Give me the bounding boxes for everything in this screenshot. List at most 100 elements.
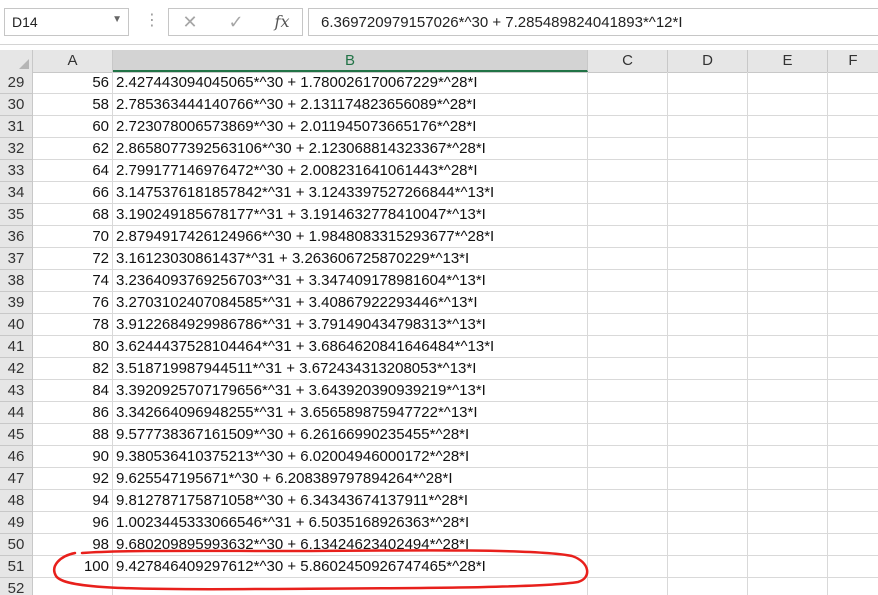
cell-b[interactable]: 3.2364093769256703*^31 + 3.3474091789816… xyxy=(113,270,588,292)
cell-f[interactable] xyxy=(828,94,878,116)
cell-c[interactable] xyxy=(588,182,668,204)
cell-e[interactable] xyxy=(748,160,828,182)
row-header[interactable]: 44 xyxy=(0,402,33,424)
cell-f[interactable] xyxy=(828,534,878,556)
cell-d[interactable] xyxy=(668,512,748,534)
cell-a[interactable]: 70 xyxy=(33,226,113,248)
row-header[interactable]: 50 xyxy=(0,534,33,556)
row-header[interactable]: 45 xyxy=(0,424,33,446)
cell-a[interactable]: 90 xyxy=(33,446,113,468)
cell-f[interactable] xyxy=(828,512,878,534)
cell-c[interactable] xyxy=(588,138,668,160)
cell-c[interactable] xyxy=(588,94,668,116)
cell-c[interactable] xyxy=(588,534,668,556)
row-header[interactable]: 46 xyxy=(0,446,33,468)
cell-f[interactable] xyxy=(828,358,878,380)
cell-c[interactable] xyxy=(588,446,668,468)
cell-c[interactable] xyxy=(588,468,668,490)
formula-input[interactable]: 6.369720979157026*^30 + 7.28548982404189… xyxy=(308,8,878,36)
cell-b[interactable]: 9.577738367161509*^30 + 6.26166990235455… xyxy=(113,424,588,446)
cell-f[interactable] xyxy=(828,424,878,446)
cell-e[interactable] xyxy=(748,468,828,490)
cell-e[interactable] xyxy=(748,72,828,94)
cell-a[interactable]: 64 xyxy=(33,160,113,182)
cell-d[interactable] xyxy=(668,336,748,358)
cell-b[interactable]: 3.518719987944511*^31 + 3.67243431320805… xyxy=(113,358,588,380)
cell-b[interactable] xyxy=(113,578,588,595)
cell-b[interactable]: 3.9122684929986786*^31 + 3.7914904347983… xyxy=(113,314,588,336)
cell-a[interactable]: 58 xyxy=(33,94,113,116)
row-header[interactable]: 39 xyxy=(0,292,33,314)
cell-f[interactable] xyxy=(828,72,878,94)
cell-e[interactable] xyxy=(748,336,828,358)
cell-d[interactable] xyxy=(668,94,748,116)
cell-b[interactable]: 9.812787175871058*^30 + 6.34343674137911… xyxy=(113,490,588,512)
cell-e[interactable] xyxy=(748,204,828,226)
cell-f[interactable] xyxy=(828,490,878,512)
cell-d[interactable] xyxy=(668,270,748,292)
row-header[interactable]: 49 xyxy=(0,512,33,534)
cell-b[interactable]: 2.723078006573869*^30 + 2.01194507366517… xyxy=(113,116,588,138)
column-header-f[interactable]: F xyxy=(828,50,878,72)
column-header-c[interactable]: C xyxy=(588,50,668,72)
cell-e[interactable] xyxy=(748,534,828,556)
cell-c[interactable] xyxy=(588,270,668,292)
cell-d[interactable] xyxy=(668,160,748,182)
column-header-d[interactable]: D xyxy=(668,50,748,72)
cell-c[interactable] xyxy=(588,116,668,138)
cell-f[interactable] xyxy=(828,138,878,160)
cell-a[interactable]: 80 xyxy=(33,336,113,358)
cell-d[interactable] xyxy=(668,556,748,578)
row-header[interactable]: 43 xyxy=(0,380,33,402)
cell-f[interactable] xyxy=(828,556,878,578)
cell-f[interactable] xyxy=(828,468,878,490)
cell-f[interactable] xyxy=(828,226,878,248)
cell-b[interactable]: 1.0023445333066546*^31 + 6.5035168926363… xyxy=(113,512,588,534)
cell-c[interactable] xyxy=(588,314,668,336)
cell-a[interactable]: 68 xyxy=(33,204,113,226)
cell-e[interactable] xyxy=(748,556,828,578)
cell-a[interactable]: 72 xyxy=(33,248,113,270)
column-header-e[interactable]: E xyxy=(748,50,828,72)
cell-c[interactable] xyxy=(588,226,668,248)
cell-d[interactable] xyxy=(668,490,748,512)
cell-c[interactable] xyxy=(588,160,668,182)
cell-c[interactable] xyxy=(588,512,668,534)
cell-e[interactable] xyxy=(748,446,828,468)
cell-a[interactable]: 88 xyxy=(33,424,113,446)
column-header-b[interactable]: B xyxy=(113,50,588,72)
cell-e[interactable] xyxy=(748,314,828,336)
row-header[interactable]: 40 xyxy=(0,314,33,336)
cell-a[interactable]: 100 xyxy=(33,556,113,578)
cell-d[interactable] xyxy=(668,424,748,446)
cell-f[interactable] xyxy=(828,314,878,336)
cell-e[interactable] xyxy=(748,182,828,204)
cell-d[interactable] xyxy=(668,468,748,490)
cell-f[interactable] xyxy=(828,270,878,292)
cell-c[interactable] xyxy=(588,578,668,595)
cell-f[interactable] xyxy=(828,402,878,424)
cell-b[interactable]: 3.342664096948255*^31 + 3.65658987594772… xyxy=(113,402,588,424)
cell-b[interactable]: 3.190249185678177*^31 + 3.19146327784100… xyxy=(113,204,588,226)
enter-icon[interactable]: ✓ xyxy=(221,11,251,33)
cell-a[interactable]: 98 xyxy=(33,534,113,556)
row-header[interactable]: 36 xyxy=(0,226,33,248)
cell-b[interactable]: 3.16123030861437*^31 + 3.263606725870229… xyxy=(113,248,588,270)
cell-b[interactable]: 9.625547195671*^30 + 6.208389797894264*^… xyxy=(113,468,588,490)
cell-d[interactable] xyxy=(668,292,748,314)
cell-c[interactable] xyxy=(588,336,668,358)
cell-a[interactable]: 76 xyxy=(33,292,113,314)
cell-a[interactable]: 86 xyxy=(33,402,113,424)
cell-f[interactable] xyxy=(828,380,878,402)
cell-f[interactable] xyxy=(828,446,878,468)
select-all-button[interactable] xyxy=(0,50,33,72)
cell-d[interactable] xyxy=(668,314,748,336)
cell-d[interactable] xyxy=(668,402,748,424)
cell-c[interactable] xyxy=(588,204,668,226)
cell-e[interactable] xyxy=(748,248,828,270)
cell-e[interactable] xyxy=(748,94,828,116)
cell-a[interactable] xyxy=(33,578,113,595)
cell-e[interactable] xyxy=(748,424,828,446)
cell-a[interactable]: 94 xyxy=(33,490,113,512)
row-header[interactable]: 48 xyxy=(0,490,33,512)
